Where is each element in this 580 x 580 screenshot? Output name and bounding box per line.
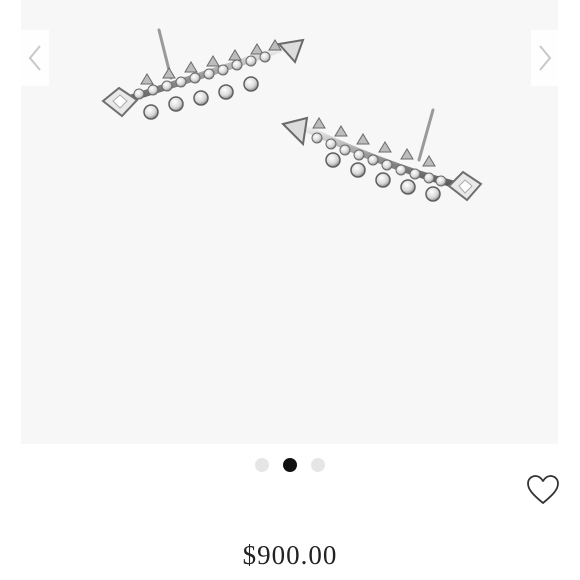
product-image-gallery[interactable] bbox=[21, 0, 558, 444]
carousel-dot-1[interactable] bbox=[255, 458, 269, 472]
heart-outline-icon bbox=[527, 475, 559, 504]
carousel-dot-2-active[interactable] bbox=[283, 458, 297, 472]
chevron-left-icon bbox=[28, 45, 41, 71]
next-image-button[interactable] bbox=[531, 30, 559, 86]
earring-left bbox=[101, 28, 305, 120]
product-price: $900.00 bbox=[242, 540, 338, 570]
chevron-right-icon bbox=[539, 45, 552, 71]
add-to-wishlist-button[interactable] bbox=[526, 474, 560, 506]
product-page: $900.00 bbox=[0, 0, 580, 580]
carousel-pagination bbox=[0, 458, 580, 472]
carousel-dot-3[interactable] bbox=[311, 458, 325, 472]
earrings-product-image bbox=[101, 28, 483, 202]
earring-right bbox=[281, 108, 483, 202]
previous-image-button[interactable] bbox=[21, 30, 49, 86]
